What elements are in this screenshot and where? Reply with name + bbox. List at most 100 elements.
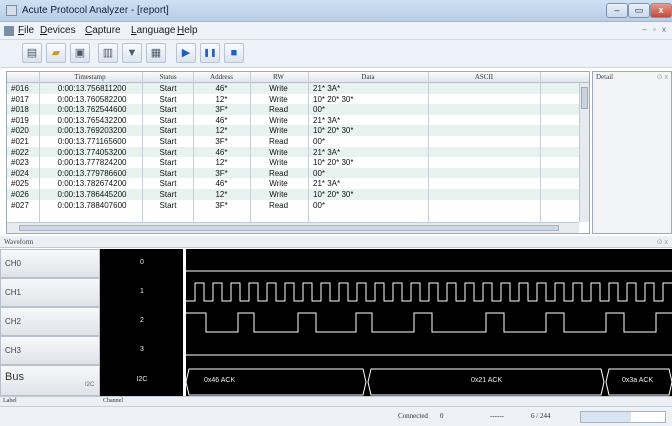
channel-label-ch1[interactable]: CH1 <box>0 278 100 307</box>
save-icon[interactable]: ▣ <box>70 43 90 63</box>
col-rw[interactable]: RW <box>251 73 306 81</box>
table-row[interactable]: #017 0:00:13.760582200 Start 12* Write 10* 20… <box>7 94 589 105</box>
waveform-plot <box>186 270 672 396</box>
maximize-button[interactable]: ▭ <box>628 3 650 18</box>
channel-label-ch3[interactable]: CH3 <box>0 336 100 365</box>
channel-number: I2C <box>136 376 148 383</box>
menu-capture[interactable]: Capture <box>85 25 121 36</box>
col-timestamp[interactable]: Timestamp <box>39 73 141 81</box>
table-cell: #025 <box>11 179 29 189</box>
table-row[interactable]: #022 0:00:13.774053200 Start 46* Write 21* 3A… <box>7 146 589 158</box>
channel-label-bus[interactable]: Bus I2C <box>0 365 100 396</box>
col-ascii[interactable]: ASCII <box>429 73 539 81</box>
detail-pane: Detail ⊙ x <box>592 71 672 234</box>
scroll-thumb[interactable] <box>19 225 559 231</box>
table-cell: 46* <box>215 115 228 125</box>
label-header: Label <box>3 398 17 404</box>
table-cell: 0:00:13.777824200 <box>57 158 127 168</box>
table-cell: 21* 3A* <box>313 147 341 157</box>
table-cell: #018 <box>11 105 29 115</box>
channel-label-ch0[interactable]: CH0 <box>0 249 100 278</box>
progress-fill <box>581 412 632 422</box>
menu-devices[interactable]: Devices <box>40 25 76 36</box>
table-cell: 12* <box>215 126 228 136</box>
table-cell: 3F* <box>215 105 228 115</box>
scroll-thumb[interactable] <box>581 87 588 109</box>
table-vertical-scrollbar[interactable] <box>579 83 589 222</box>
menu-language[interactable]: Language <box>131 25 176 36</box>
table-horizontal-scrollbar[interactable] <box>7 222 579 233</box>
table-cell: Start <box>159 115 177 125</box>
stop-icon[interactable]: ■ <box>224 43 244 63</box>
document-window-icon <box>4 26 14 36</box>
waveform-canvas[interactable]: 0x46 ACK 0x21 ACK 0x3a ACK <box>186 249 672 396</box>
detail-close-icon[interactable]: ⊙ x <box>657 73 668 81</box>
table-row[interactable]: #018 0:00:13.762544600 Start 3F* Read 00* <box>7 104 589 115</box>
play-icon[interactable]: ▶ <box>176 43 196 63</box>
table-cell: 10* 20* 30* <box>313 190 354 199</box>
pause-icon[interactable]: ❚❚ <box>200 43 220 63</box>
open-folder-icon[interactable]: ▰ <box>46 43 66 63</box>
table-row[interactable]: #023 0:00:13.777824200 Start 12* Write 10* 20… <box>7 157 589 168</box>
app-icon <box>6 5 17 16</box>
table-cell: 12* <box>215 190 228 199</box>
table-cell: 00* <box>313 105 326 115</box>
image-icon[interactable]: ▦ <box>146 43 166 63</box>
table-row[interactable]: #016 0:00:13.756811200 Start 46* Write 21* 3A… <box>7 83 589 94</box>
bus-segment-label: 0x21 ACK <box>471 377 503 384</box>
col-status[interactable]: Status <box>144 73 192 81</box>
col-data[interactable]: Data <box>309 73 427 81</box>
menu-file[interactable]: File <box>18 25 34 36</box>
waveform-ch1 <box>186 282 672 302</box>
minimize-button[interactable]: – <box>606 3 628 18</box>
table-cell: Write <box>269 84 288 93</box>
table-cell: Start <box>159 158 177 168</box>
table-cell: 46* <box>215 84 228 93</box>
col-address[interactable]: Address <box>194 73 249 81</box>
document-icon[interactable]: ▤ <box>22 43 42 63</box>
waveform-title: Waveform <box>4 238 34 246</box>
table-header: Timestamp Status Address RW Data ASCII <box>7 72 589 83</box>
table-cell: 00* <box>313 200 326 210</box>
table-cell: 0:00:13.782674200 <box>57 179 127 189</box>
table-cell: Start <box>159 94 177 104</box>
table-cell: #026 <box>11 190 29 199</box>
table-cell: Read <box>268 105 289 115</box>
table-row[interactable]: #021 0:00:13.771165600 Start 3F* Read 00* <box>7 136 589 147</box>
table-cell: Write <box>269 126 288 136</box>
menu-help[interactable]: Help <box>177 25 198 36</box>
table-row[interactable]: #020 0:00:13.769203200 Start 12* Write 10* 20… <box>7 125 589 136</box>
waveform-pin-icon[interactable]: ⊙ x <box>657 238 668 246</box>
table-cell: #016 <box>11 84 29 93</box>
table-row[interactable]: #019 0:00:13.765432200 Start 46* Write 21* 3A… <box>7 115 589 126</box>
toolbar: ▤ ▰ ▣ ▥ ▼ ▦ ▶ ❚❚ ■ <box>0 40 672 68</box>
waveform-ch2 <box>186 312 672 333</box>
table-row[interactable]: #025 0:00:13.782674200 Start 46* Write 21* 3A… <box>7 178 589 189</box>
mdi-window-controls[interactable]: – ▫ x <box>642 25 668 34</box>
close-button[interactable]: x <box>650 3 672 18</box>
table-cell: 46* <box>215 147 228 157</box>
menu-bar: File Devices Capture Language Help – ▫ x <box>0 22 672 40</box>
export-icon[interactable]: ▥ <box>98 43 118 63</box>
window-title: Acute Protocol Analyzer - [report] <box>22 5 169 16</box>
packet-table[interactable]: Timestamp Status Address RW Data ASCII #… <box>6 71 590 234</box>
table-cell: 12* <box>215 158 228 168</box>
table-cell: Read <box>268 168 289 178</box>
table-cell: Read <box>268 137 289 146</box>
table-row[interactable]: #027 0:00:13.788407600 Start 3F* Read 00* <box>7 200 589 211</box>
table-cell: Start <box>159 105 177 115</box>
waveform-titlebar: Waveform ⊙ x <box>0 236 672 248</box>
table-row[interactable]: #026 0:00:13.786445200 Start 12* Write 10* 20… <box>7 189 589 200</box>
table-cell: Write <box>269 190 288 199</box>
page-indicator: 6 / 244 <box>531 412 551 420</box>
table-cell: #021 <box>11 137 29 146</box>
filter-icon[interactable]: ▼ <box>122 43 142 63</box>
table-cell: Start <box>159 200 177 210</box>
channel-number: 3 <box>140 346 144 353</box>
table-cell: 0:00:13.760582200 <box>57 94 127 104</box>
channel-label-ch2[interactable]: CH2 <box>0 307 100 336</box>
status-bar: Connected 0 ------ 6 / 244 <box>0 406 672 426</box>
table-cell: Start <box>159 126 177 136</box>
table-cell: Write <box>269 94 288 104</box>
table-row[interactable]: #024 0:00:13.779786600 Start 3F* Read 00* <box>7 167 589 179</box>
